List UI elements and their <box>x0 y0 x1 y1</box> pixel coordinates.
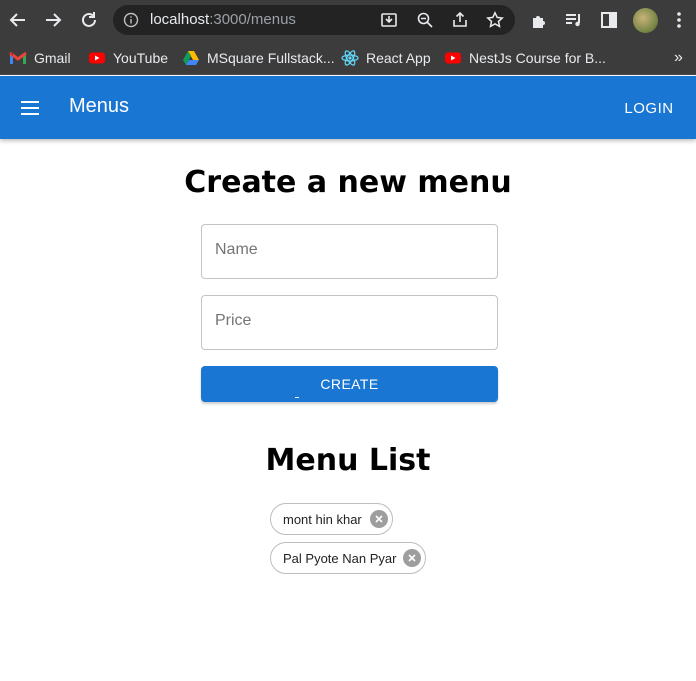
kebab-menu-icon[interactable] <box>669 10 689 30</box>
bookmark-react-app[interactable]: React App <box>341 48 431 68</box>
name-field[interactable] <box>201 224 498 279</box>
price-input[interactable] <box>215 312 485 330</box>
login-button[interactable]: LOGIN <box>617 96 681 120</box>
menu-chip[interactable]: mont hin khar <box>270 503 393 535</box>
youtube-icon <box>445 52 461 64</box>
extensions-icon[interactable] <box>529 10 549 30</box>
react-icon <box>341 50 359 66</box>
bookmark-label: React App <box>366 50 431 66</box>
name-input[interactable] <box>215 241 485 259</box>
bookmark-nestjs-course[interactable]: NestJs Course for B... <box>444 48 606 68</box>
bookmark-star-icon[interactable] <box>486 11 504 29</box>
app-bar: Menus LOGIN <box>0 76 696 139</box>
menu-list-heading: Menu List <box>265 443 431 478</box>
chip-delete-button[interactable] <box>403 549 422 567</box>
install-app-icon[interactable] <box>380 11 398 29</box>
menu-chip[interactable]: Pal Pyote Nan Pyar <box>270 542 427 574</box>
forward-arrow-icon <box>46 13 62 27</box>
chevron-double-right-icon: » <box>674 49 683 66</box>
reload-icon <box>82 12 96 27</box>
more-bookmarks-button[interactable]: » <box>674 48 683 68</box>
address-bar[interactable]: localhost:3000/menus <box>113 5 515 35</box>
drawer-menu-button[interactable] <box>14 92 46 124</box>
back-button[interactable] <box>6 8 30 32</box>
url-path: :3000/menus <box>209 11 296 28</box>
back-arrow-icon <box>9 13 25 27</box>
share-icon[interactable] <box>451 11 469 29</box>
drive-icon <box>183 51 199 65</box>
bookmark-label: Gmail <box>34 50 71 66</box>
bookmarks-bar: Gmail YouTube MSquare Fullstack... React… <box>0 41 696 75</box>
app-title: Menus <box>69 95 130 117</box>
youtube-icon <box>89 52 105 64</box>
url-host: localhost <box>150 11 210 28</box>
chip-label: Pal Pyote Nan Pyar <box>283 550 397 566</box>
side-panel-icon[interactable] <box>599 10 619 30</box>
close-icon <box>375 515 383 523</box>
gmail-icon <box>9 51 27 64</box>
forward-button[interactable] <box>41 8 65 32</box>
button-ripple <box>295 397 299 398</box>
browser-toolbar: localhost:3000/menus <box>0 0 696 41</box>
zoom-icon[interactable] <box>416 11 434 29</box>
info-icon[interactable] <box>123 12 139 28</box>
bookmark-youtube[interactable]: YouTube <box>88 48 168 68</box>
bookmark-label: MSquare Fullstack... <box>207 50 335 66</box>
create-button-label: CREATE <box>320 376 379 392</box>
close-icon <box>408 554 417 562</box>
url-text: localhost:3000/menus <box>150 11 296 28</box>
bookmark-msquare[interactable]: MSquare Fullstack... <box>182 48 335 68</box>
create-button[interactable]: CREATE <box>201 366 498 402</box>
profile-avatar[interactable] <box>633 8 658 33</box>
bookmark-label: YouTube <box>113 50 169 66</box>
chip-label: mont hin khar <box>283 511 362 527</box>
reload-button[interactable] <box>77 8 101 32</box>
price-field[interactable] <box>201 295 498 350</box>
hamburger-menu-icon <box>21 101 39 115</box>
create-menu-heading: Create a new menu <box>184 165 512 200</box>
chip-delete-button[interactable] <box>369 510 388 528</box>
media-control-icon[interactable] <box>564 10 584 30</box>
bookmark-label: NestJs Course for B... <box>469 50 606 66</box>
bookmark-gmail[interactable]: Gmail <box>9 48 71 68</box>
